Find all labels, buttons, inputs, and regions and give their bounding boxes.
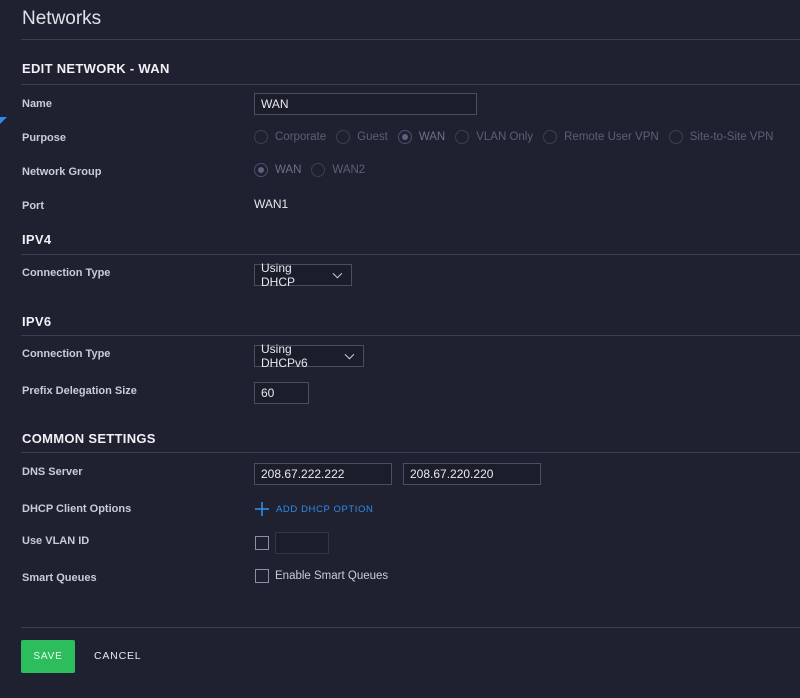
purpose-option-wan[interactable]: WAN — [397, 130, 445, 144]
name-input[interactable] — [254, 93, 477, 115]
vlan-id-input[interactable] — [275, 532, 329, 554]
save-button[interactable]: SAVE — [21, 640, 75, 673]
network-group-option-wan[interactable]: WAN — [254, 163, 301, 177]
radio-circle-icon — [254, 130, 268, 144]
prefix-delegation-size-input[interactable] — [254, 382, 309, 404]
header-divider — [21, 39, 800, 40]
purpose-option-site-to-site-vpn[interactable]: Site-to-Site VPN — [668, 130, 773, 144]
section-divider-ipv6 — [21, 335, 800, 336]
radio-circle-icon — [543, 130, 558, 144]
add-dhcp-option-button[interactable]: ADD DHCP OPTION — [254, 501, 374, 517]
section-title-ipv6: IPV6 — [22, 314, 52, 329]
prefix-delegation-size-label: Prefix Delegation Size — [22, 385, 137, 397]
radio-circle-icon — [336, 130, 351, 144]
dns-server-secondary-input[interactable] — [403, 463, 541, 485]
section-title-ipv4: IPV4 — [22, 232, 52, 247]
ipv6-connection-type-value: Using DHCPv6 — [261, 342, 308, 370]
radio-circle-icon — [455, 130, 470, 144]
dns-server-primary-input[interactable] — [254, 463, 392, 485]
network-group-label: Network Group — [22, 166, 102, 178]
ipv6-connection-type-label: Connection Type — [22, 348, 111, 360]
purpose-label: Purpose — [22, 132, 67, 144]
port-value: WAN1 — [254, 197, 289, 211]
purpose-radio-group: Corporate Guest WAN VLAN Only Remote Use… — [254, 130, 783, 144]
purpose-option-vlan-only[interactable]: VLAN Only — [455, 130, 533, 144]
network-group-option-wan2[interactable]: WAN2 — [311, 163, 365, 177]
section-title-common: COMMON SETTINGS — [22, 431, 156, 446]
use-vlan-id-label: Use VLAN ID — [22, 535, 90, 547]
page-title: Networks — [22, 8, 102, 29]
purpose-option-guest[interactable]: Guest — [336, 130, 388, 144]
corner-marker — [0, 117, 7, 124]
radio-selected-icon — [397, 130, 412, 144]
ipv4-connection-type-label: Connection Type — [22, 267, 111, 279]
radio-circle-icon — [311, 163, 326, 177]
section-divider-ipv4 — [21, 254, 800, 255]
enable-smart-queues-label: Enable Smart Queues — [275, 570, 389, 582]
ipv6-connection-type-select[interactable]: Using DHCPv6 — [254, 342, 364, 370]
dns-server-label: DNS Server — [22, 466, 83, 478]
smart-queues-label: Smart Queues — [22, 572, 97, 584]
radio-selected-icon — [254, 163, 268, 177]
section-title-edit: EDIT NETWORK - WAN — [22, 61, 170, 76]
section-divider-edit — [21, 84, 800, 85]
ipv4-connection-type-value: Using DHCP — [261, 261, 296, 289]
port-label: Port — [22, 200, 44, 212]
dhcp-client-options-label: DHCP Client Options — [22, 503, 132, 515]
plus-icon — [255, 502, 269, 516]
radio-circle-icon — [668, 130, 683, 144]
purpose-option-remote-user-vpn[interactable]: Remote User VPN — [543, 130, 659, 144]
ipv4-connection-type-select[interactable]: Using DHCP — [254, 261, 352, 289]
use-vlan-id-checkbox[interactable] — [255, 536, 269, 550]
cancel-button[interactable]: CANCEL — [94, 650, 141, 662]
footer-divider — [21, 627, 800, 628]
chevron-down-icon — [344, 353, 355, 359]
network-group-radio-group: WAN WAN2 — [254, 163, 375, 177]
add-dhcp-option-label: ADD DHCP OPTION — [276, 503, 374, 515]
enable-smart-queues-checkbox[interactable] — [255, 569, 269, 583]
name-label: Name — [22, 98, 52, 110]
chevron-down-icon — [332, 272, 343, 278]
purpose-option-corporate[interactable]: Corporate — [254, 130, 326, 144]
section-divider-common — [21, 452, 800, 453]
